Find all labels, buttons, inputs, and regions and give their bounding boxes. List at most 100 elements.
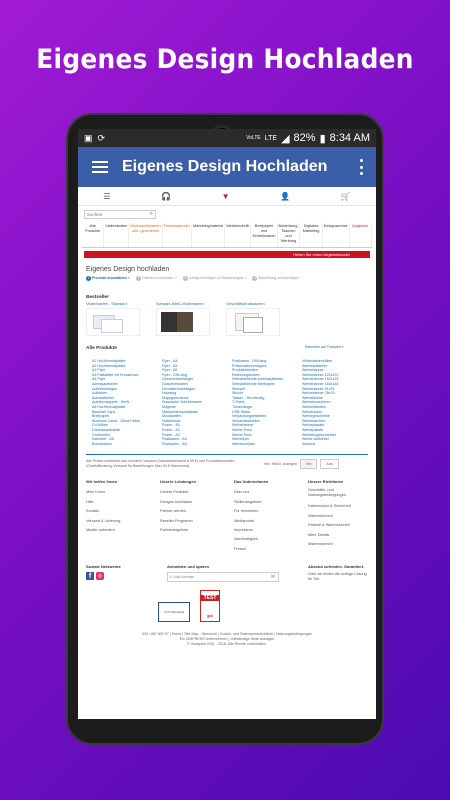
footer-column: Unsere Richtlinien Geschäfts- und Nutzung… (308, 479, 368, 554)
trustpilot-link[interactable]: Bewerten auf Trustpilot » (305, 345, 344, 349)
footer-link[interactable]: Patente & Warenzeichen (308, 521, 368, 530)
app-title: Eigenes Design Hochladen (122, 158, 328, 175)
step-2: 2 Dateien hochladen » (135, 276, 177, 281)
nav-firmenkalender[interactable]: Firmenkalender (163, 223, 192, 247)
footer-link[interactable]: Versand & Lieferung (86, 517, 146, 526)
footer-link[interactable]: Nachhaltigkeit (234, 535, 294, 544)
footer-column: Wir helfen Ihnen Mein Konto Hilfe Kontakt Ve… (86, 479, 146, 554)
nav-visitenkarten[interactable]: Visitenkarten (104, 223, 130, 247)
overflow-menu-icon[interactable] (360, 159, 364, 175)
category-nav: Alle Produkte Visitenkarten Weihnachtska… (82, 223, 372, 248)
instagram-icon[interactable]: ◎ (96, 572, 104, 581)
footer-link[interactable]: Widerrufsrecht (308, 512, 368, 521)
social-heading: Soziale Netzwerke (86, 564, 121, 570)
bestseller-item[interactable]: Geschäftsdrucksachen (226, 302, 280, 336)
product-column: Postkarten - DIN lang Präsentationsmappen… (232, 359, 292, 446)
product-link[interactable]: Zubehör (302, 442, 362, 447)
step-4: 4 Bestellung verständigen (252, 276, 299, 281)
footer-link[interactable]: Muster anfordern (86, 526, 146, 535)
hamburger-menu-icon[interactable] (92, 161, 108, 173)
vat-off-button[interactable]: Aus (320, 459, 339, 470)
product-image (156, 308, 210, 336)
test-seal: TEST gut (200, 590, 220, 623)
promo-text: Heben Sie einen Angebotscode! (292, 252, 350, 257)
footer-link[interactable]: Mehr Details (308, 531, 368, 540)
battery-percent: 82% (293, 132, 316, 144)
logo-icon[interactable]: ▼ (222, 192, 230, 201)
footer-link[interactable]: Reseller Programm (160, 517, 220, 526)
product-link[interactable]: Werbeschilder (232, 442, 292, 447)
footer-link[interactable]: Für Investoren (234, 507, 294, 516)
status-bar: ▣ ⟳ VoLTE LTE ◢ 82% ▮ 8:34 AM (78, 129, 376, 147)
footer-link[interactable]: Kontakt (86, 507, 146, 516)
promo-code-banner[interactable]: Heben Sie einen Angebotscode! (84, 251, 370, 258)
vat-on-button[interactable]: Ein (300, 459, 318, 470)
footer-heading: Wir helfen Ihnen (86, 479, 118, 485)
product-link[interactable]: Postkarten - A6 (162, 442, 222, 447)
footer-link[interactable]: Datenschutz & Sicherheit (308, 502, 368, 511)
signal-icon: ◢ (281, 132, 290, 145)
search-icon[interactable]: ⌕ (150, 211, 153, 218)
promo-headline: Eigenes Design Hochladen (36, 44, 414, 75)
nav-briefpapier[interactable]: Briefpapier und Schreibwaren (251, 223, 278, 247)
site-search-input[interactable]: Suchen ⌕ (84, 210, 156, 219)
account-icon[interactable]: 👤 (280, 192, 290, 201)
site-icon-row: ☰ 🎧 ▼ 👤 🛒 (78, 187, 376, 206)
section-divider (86, 454, 368, 456)
page-heading: Eigenes Design hochladen (86, 266, 170, 273)
footer-link[interactable]: Mein Konto (86, 488, 146, 497)
nav-angebote[interactable]: Angebote (350, 223, 372, 247)
email-submit-icon[interactable]: ✉ (271, 574, 275, 580)
product-image (86, 308, 140, 336)
footer-link[interactable]: Stellenangebote (234, 498, 294, 507)
bestseller-item[interactable]: Visitenkarten - Standard (86, 302, 140, 336)
nav-marketingmaterial[interactable]: Marketingmaterial (192, 223, 226, 247)
facebook-icon[interactable]: f (86, 572, 94, 581)
bestseller-item[interactable]: Schwarz-Weiß-Visitenkarten (156, 302, 210, 336)
footer-link[interactable]: Mediaportal (234, 517, 294, 526)
site-menu-icon[interactable]: ☰ (103, 192, 110, 201)
search-placeholder: Suchen (87, 212, 103, 217)
footer-heading: Unsere Richtlinien (308, 479, 344, 485)
tuv-seal: TÜV Rheinland (158, 602, 190, 623)
footer-column: Unsere Leistungen Unsere Produkte Designs … (160, 479, 220, 554)
step-1[interactable]: 1 Produkt auswählen » (86, 276, 130, 281)
step-3: 3 Design/Vorlagen & Bestellungen » (182, 276, 247, 281)
all-products-grid: A1 Hochformatplakte A2 Hochformatplakte A3… (92, 359, 362, 446)
footer-link[interactable]: Geschäfts- und Nutzungsbedingungen (308, 488, 368, 498)
footer-link[interactable]: Designs hochladen (160, 498, 220, 507)
footer-link[interactable]: Impressum (234, 526, 294, 535)
bestseller-heading: Bestseller (86, 295, 109, 300)
nav-alle-produkte[interactable]: Alle Produkte (82, 223, 105, 247)
footer-heading: Unsere Leistungen (160, 479, 197, 485)
app-bar: Eigenes Design Hochladen (78, 147, 376, 187)
phone-frame: ▣ ⟳ VoLTE LTE ◢ 82% ▮ 8:34 AM Eigenes De… (66, 113, 384, 745)
nav-werbetechnik[interactable]: Werbetechnik (225, 223, 252, 247)
cart-icon[interactable]: 🛒 (341, 192, 351, 201)
nav-designservice[interactable]: Designservice (323, 223, 350, 247)
footer-link[interactable]: Hilfe (86, 498, 146, 507)
battery-icon: ▮ (319, 132, 326, 145)
email-input[interactable]: E-Mail Adresse ✉ (167, 572, 279, 583)
footer-link[interactable]: Partner werden (160, 507, 220, 516)
nav-digitales-marketing[interactable]: Digitales Marketing (300, 223, 323, 247)
footer-link[interactable]: Unsere Produkte (160, 488, 220, 497)
product-image (226, 308, 280, 336)
sync-notification-icon: ⟳ (97, 132, 106, 143)
footer-link[interactable]: Über uns (234, 488, 294, 497)
product-column: A1 Hochformatplakte A2 Hochformatplakte A3… (92, 359, 152, 446)
footer-heading: Das Unternehmen (234, 479, 269, 485)
footer-link[interactable]: Partnerangebote (160, 526, 220, 535)
nav-bekleidung[interactable]: Bekleidung, Taschen und Werbung (278, 223, 301, 247)
upload-steps: 1 Produkt auswählen » 2 Dateien hochladen … (86, 276, 368, 281)
guarantee-text: Oder wir finden die richtige Lösung für … (308, 572, 367, 582)
footer-link[interactable]: Presse (234, 545, 294, 554)
product-link[interactable]: Bonuskarten (92, 442, 152, 447)
nav-weihnachten[interactable]: Weihnachtskarten und -geschenke (129, 223, 163, 247)
headset-icon[interactable]: 🎧 (161, 192, 171, 201)
image-notification-icon: ▣ (84, 132, 93, 143)
footer-signup-row: Soziale Netzwerke f ◎ Anmelden und spare… (86, 564, 368, 583)
product-column: Flyer - A4 Flyer - A5 Flyer - A6 Flyer - DI… (162, 359, 222, 446)
footer-link[interactable]: Widerrufsrecht (308, 540, 368, 549)
vat-toggle: Inkl. MwSt. anzeigen Ein Aus (264, 459, 339, 470)
